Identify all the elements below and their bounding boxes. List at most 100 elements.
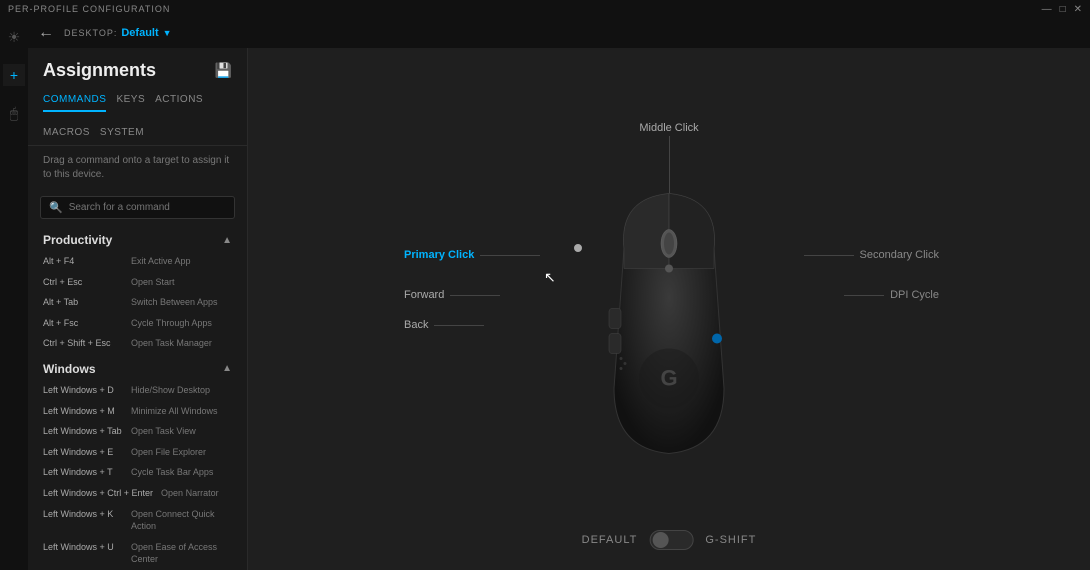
list-item[interactable]: Left Windows + D Hide/Show Desktop [28, 380, 247, 401]
cmd-key: Left Windows + E [43, 446, 123, 459]
forward-group: Forward [404, 289, 500, 301]
sidebar: Assignments 💾 COMMANDS KEYS ACTIONS MACR… [28, 48, 248, 570]
profile-name: Default [121, 27, 158, 39]
maximize-button[interactable]: □ [1060, 4, 1066, 15]
primary-click-dot [574, 244, 582, 252]
category-productivity-arrow: ▲ [222, 235, 232, 246]
primary-click-label: Primary Click [404, 249, 474, 261]
cmd-key: Left Windows + Ctrl + Enter [43, 487, 153, 500]
cmd-key: Alt + F4 [43, 255, 123, 268]
primary-click-group: Primary Click [404, 249, 540, 261]
save-icon[interactable]: 💾 [215, 62, 232, 79]
list-item[interactable]: Alt + Fsc Cycle Through Apps [28, 313, 247, 334]
tab-actions[interactable]: ACTIONS [155, 89, 203, 112]
cmd-desc: Cycle Task Bar Apps [131, 466, 213, 479]
list-item[interactable]: Left Windows + K Open Connect Quick Acti… [28, 504, 247, 537]
cmd-desc: Open Narrator [161, 487, 219, 500]
title-bar-controls: — □ ✕ [1042, 4, 1082, 15]
cmd-key: Alt + Tab [43, 296, 123, 309]
svg-text:G: G [660, 365, 677, 390]
forward-label: Forward [404, 289, 444, 301]
cmd-key: Left Windows + U [43, 541, 123, 566]
category-windows-arrow: ▲ [222, 363, 232, 374]
cmd-key: Left Windows + T [43, 466, 123, 479]
back-group: Back [404, 319, 484, 331]
cmd-key: Ctrl + Shift + Esc [43, 337, 123, 350]
title-bar: PER-PROFILE CONFIGURATION — □ ✕ [0, 0, 1090, 18]
middle-click-label: Middle Click [639, 122, 698, 134]
category-productivity-label: Productivity [43, 233, 112, 247]
cmd-desc: Open File Explorer [131, 446, 206, 459]
windows-commands: Left Windows + D Hide/Show Desktop Left … [28, 380, 247, 570]
cmd-key: Left Windows + D [43, 384, 123, 397]
cmd-desc: Cycle Through Apps [131, 317, 212, 330]
brightness-icon[interactable]: ☀ [3, 26, 25, 48]
search-icon: 🔍 [49, 201, 63, 214]
list-item[interactable]: Alt + Tab Switch Between Apps [28, 292, 247, 313]
mouse-svg: G [569, 188, 769, 473]
cursor-icon: ↖ [544, 269, 556, 286]
forward-line [450, 295, 500, 296]
cmd-desc: Minimize All Windows [131, 405, 218, 418]
back-button[interactable]: ← [38, 24, 54, 42]
drag-hint: Drag a command onto a target to assign i… [28, 146, 247, 190]
profile-arrow: ▼ [163, 28, 172, 38]
cmd-key: Left Windows + Tab [43, 425, 123, 438]
gshift-label: G-SHIFT [705, 534, 756, 546]
tabs-container: COMMANDS KEYS ACTIONS MACROS SYSTEM [28, 89, 247, 146]
dpi-line [844, 295, 884, 296]
mouse-body-svg: G [569, 188, 769, 468]
productivity-commands: Alt + F4 Exit Active App Ctrl + Esc Open… [28, 251, 247, 354]
list-item[interactable]: Left Windows + E Open File Explorer [28, 442, 247, 463]
dpi-cycle-group: DPI Cycle [844, 289, 939, 301]
cmd-desc: Hide/Show Desktop [131, 384, 210, 397]
sidebar-title: Assignments [43, 60, 156, 81]
add-icon[interactable]: + [3, 64, 25, 86]
primary-click-line [480, 255, 540, 256]
tab-keys[interactable]: KEYS [116, 89, 145, 112]
nav-bar: ← DESKTOP: Default ▼ [28, 18, 1090, 48]
list-item[interactable]: Ctrl + Shift + Esc Open Task Manager [28, 333, 247, 354]
mode-toggle[interactable] [649, 530, 693, 550]
search-input[interactable] [69, 202, 226, 213]
category-windows-label: Windows [43, 362, 96, 376]
back-line [434, 325, 484, 326]
tab-macros[interactable]: MACROS [43, 122, 90, 145]
title-bar-text: PER-PROFILE CONFIGURATION [8, 4, 170, 14]
back-label: Back [404, 319, 428, 331]
list-item[interactable]: Left Windows + M Minimize All Windows [28, 401, 247, 422]
cmd-desc: Open Start [131, 276, 175, 289]
icon-rail: ☀ + 🖱 [0, 18, 28, 570]
list-item[interactable]: Left Windows + Tab Open Task View [28, 421, 247, 442]
secondary-click-line [804, 255, 854, 256]
cmd-desc: Open Task View [131, 425, 196, 438]
list-item[interactable]: Alt + F4 Exit Active App [28, 251, 247, 272]
category-productivity[interactable]: Productivity ▲ [28, 225, 247, 251]
cmd-desc: Exit Active App [131, 255, 191, 268]
tab-commands[interactable]: COMMANDS [43, 89, 106, 112]
secondary-click-label: Secondary Click [860, 249, 939, 261]
profile-selector[interactable]: Default ▼ [121, 27, 171, 39]
cmd-key: Left Windows + K [43, 508, 123, 533]
toggle-knob [652, 532, 668, 548]
search-box: 🔍 [40, 196, 235, 219]
cmd-desc: Open Connect Quick Action [131, 508, 232, 533]
list-item[interactable]: Left Windows + Ctrl + Enter Open Narrato… [28, 483, 247, 504]
list-item[interactable]: Left Windows + U Open Ease of Access Cen… [28, 537, 247, 570]
category-windows[interactable]: Windows ▲ [28, 354, 247, 380]
list-item[interactable]: Ctrl + Esc Open Start [28, 272, 247, 293]
cmd-key: Ctrl + Esc [43, 276, 123, 289]
middle-click-line [669, 136, 670, 196]
cmd-desc: Switch Between Apps [131, 296, 218, 309]
minimize-button[interactable]: — [1042, 4, 1052, 15]
mouse-icon[interactable]: 🖱 [3, 102, 25, 124]
tab-system[interactable]: SYSTEM [100, 122, 144, 145]
cmd-key: Alt + Fsc [43, 317, 123, 330]
default-label: DEFAULT [582, 534, 638, 546]
dpi-cycle-label: DPI Cycle [890, 289, 939, 301]
close-button[interactable]: ✕ [1074, 4, 1082, 15]
cmd-desc: Open Ease of Access Center [131, 541, 232, 566]
list-item[interactable]: Left Windows + T Cycle Task Bar Apps [28, 462, 247, 483]
mouse-visualization: Middle Click [389, 94, 949, 524]
profile-label: DESKTOP: [64, 28, 117, 38]
